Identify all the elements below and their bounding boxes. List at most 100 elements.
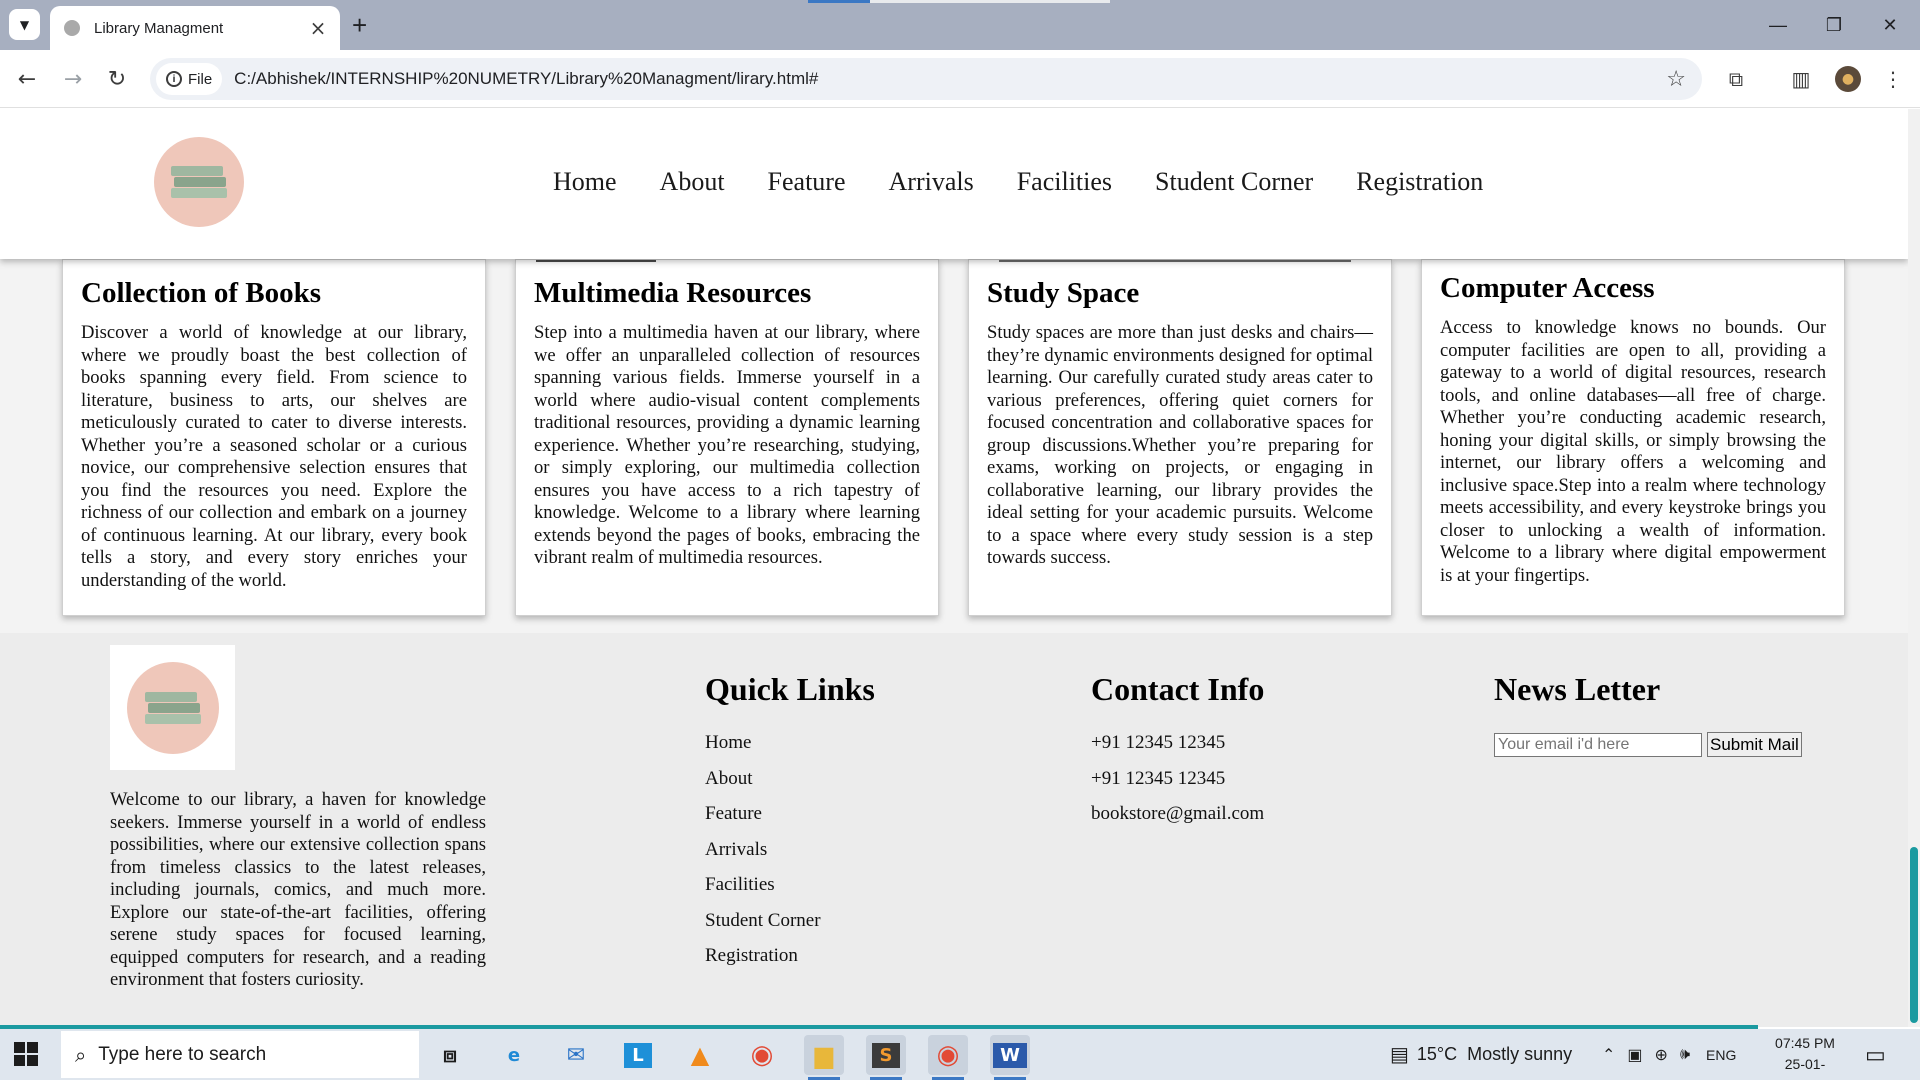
card-study-space: Study Space Study spaces are more than j… xyxy=(968,259,1392,616)
card-collection-of-books: Collection of Books Discover a world of … xyxy=(62,259,486,616)
quick-links-title: Quick Links xyxy=(705,671,875,707)
card-multimedia-resources: Multimedia Resources Step into a multime… xyxy=(515,259,939,616)
card-text: Step into a multimedia haven at our libr… xyxy=(534,322,920,568)
close-tab-icon[interactable]: × xyxy=(308,16,328,40)
tab-title: Library Managment xyxy=(94,19,224,37)
globe-icon[interactable]: ⊕ xyxy=(1655,1045,1668,1065)
menu-icon[interactable]: ⋮ xyxy=(1880,66,1906,92)
forward-icon[interactable]: → xyxy=(56,62,90,96)
site-header: Home About Feature Arrivals Facilities S… xyxy=(0,109,1908,259)
clock[interactable]: 07:45 PM 25-01-2024 xyxy=(1770,1033,1840,1080)
site-info-chip[interactable]: i File xyxy=(156,63,223,95)
word-icon[interactable]: W xyxy=(990,1035,1030,1080)
footer-link-registration[interactable]: Registration xyxy=(705,945,875,981)
contact-phone: +91 12345 12345 xyxy=(1091,767,1226,789)
card-image-edge xyxy=(999,260,1351,262)
side-panel-icon[interactable]: ▥ xyxy=(1788,66,1814,92)
browser-toolbar: ← → ↻ i File C:/Abhishek/INTERNSHIP%20NU… xyxy=(0,50,1920,108)
extensions-icon[interactable]: ⧉ xyxy=(1723,66,1749,92)
tab-strip-indicator xyxy=(870,0,1110,3)
edge-icon[interactable]: e xyxy=(494,1035,534,1075)
footer-logo xyxy=(110,645,235,770)
task-view-icon[interactable]: ⧈ xyxy=(430,1035,470,1075)
scrollbar-thumb[interactable] xyxy=(1910,847,1918,1023)
site-logo[interactable] xyxy=(154,137,244,227)
minimize-icon[interactable]: — xyxy=(1750,0,1806,50)
books-icon xyxy=(171,164,227,200)
contact-email: bookstore@gmail.com xyxy=(1091,803,1265,824)
address-bar[interactable]: i File C:/Abhishek/INTERNSHIP%20NUMETRY/… xyxy=(150,58,1702,100)
mail-icon[interactable]: ✉ xyxy=(556,1035,596,1075)
sublime-text-icon[interactable]: S xyxy=(866,1035,906,1080)
profile-avatar[interactable]: ● xyxy=(1835,66,1861,92)
weather-text: 15°C Mostly sunny xyxy=(1416,1044,1573,1064)
card-computer-access: Computer Access Access to knowledge know… xyxy=(1421,259,1845,616)
l-app-icon[interactable]: L xyxy=(618,1035,658,1075)
nav-arrivals[interactable]: Arrivals xyxy=(889,167,974,197)
newsletter: News Letter Your email i'd here Submit M… xyxy=(1494,671,1802,757)
restore-icon[interactable]: ❐ xyxy=(1806,0,1862,50)
nav-home[interactable]: Home xyxy=(553,167,617,197)
vlc-icon[interactable]: ▲ xyxy=(680,1035,720,1075)
footer-link-facilities[interactable]: Facilities xyxy=(705,874,875,910)
contact-info: Contact Info +91 12345 12345 +91 12345 1… xyxy=(1091,671,1264,839)
tray-expand-icon[interactable]: ⌃ xyxy=(1602,1045,1615,1065)
card-image-edge xyxy=(536,260,656,262)
clock-date: 25-01-2024 xyxy=(1784,1056,1826,1080)
clock-time: 07:45 PM xyxy=(1775,1035,1835,1051)
footer-link-about[interactable]: About xyxy=(705,768,875,804)
site-footer: Welcome to our library, a haven for know… xyxy=(0,633,1908,1027)
back-icon[interactable]: ← xyxy=(10,62,44,96)
footer-link-student-corner[interactable]: Student Corner xyxy=(705,910,875,946)
nav-facilities[interactable]: Facilities xyxy=(1017,167,1112,197)
site-nav: Home About Feature Arrivals Facilities S… xyxy=(553,167,1526,197)
footer-link-feature[interactable]: Feature xyxy=(705,803,875,839)
chevron-down-icon: ▼ xyxy=(19,17,30,32)
footer-link-home[interactable]: Home xyxy=(705,732,875,768)
card-title: Computer Access xyxy=(1440,272,1655,304)
newsletter-email-input[interactable]: Your email i'd here xyxy=(1494,732,1702,757)
url-text[interactable]: C:/Abhishek/INTERNSHIP%20NUMETRY/Library… xyxy=(234,69,1666,89)
books-icon xyxy=(144,690,201,726)
vertical-scrollbar[interactable] xyxy=(1908,109,1920,1027)
volume-icon[interactable]: 🕪 xyxy=(1680,1046,1690,1064)
footer-link-arrivals[interactable]: Arrivals xyxy=(705,839,875,875)
system-tray: ⌃ ▣ ⊕ 🕪 ENG xyxy=(1602,1029,1736,1080)
taskbar-search[interactable]: ⌕ Type here to search xyxy=(61,1031,419,1078)
submit-mail-button[interactable]: Submit Mail xyxy=(1707,732,1802,757)
card-title: Collection of Books xyxy=(81,277,322,309)
card-text: Discover a world of knowledge at our lib… xyxy=(81,322,467,591)
info-icon: i xyxy=(166,71,182,87)
contact-info-title: Contact Info xyxy=(1091,671,1265,707)
newsletter-title: News Letter xyxy=(1494,671,1661,707)
card-title: Study Space xyxy=(987,277,1140,309)
card-text: Access to knowledge knows no bounds. Our… xyxy=(1440,317,1826,586)
card-text: Study spaces are more than just desks an… xyxy=(987,322,1373,568)
close-window-icon[interactable]: ✕ xyxy=(1862,0,1918,50)
weather-widget[interactable]: ▤ 15°C Mostly sunny xyxy=(1390,1029,1572,1080)
tab-strip-indicator xyxy=(808,0,870,3)
page-viewport: Home About Feature Arrivals Facilities S… xyxy=(0,109,1908,1027)
reload-icon[interactable]: ↻ xyxy=(100,62,134,96)
windows-taskbar: ⌕ Type here to search ⧈ e ✉ L ▲ ◉ ▆ S ◉ … xyxy=(0,1029,1920,1080)
contact-phone: +91 12345 12345 xyxy=(1091,732,1226,753)
browser-tab[interactable]: Library Managment × xyxy=(50,6,340,50)
search-icon: ⌕ xyxy=(75,1042,87,1067)
bookmark-star-icon[interactable]: ☆ xyxy=(1666,67,1686,92)
network-device-icon[interactable]: ▣ xyxy=(1627,1045,1642,1065)
nav-about[interactable]: About xyxy=(660,167,725,197)
nav-feature[interactable]: Feature xyxy=(768,167,846,197)
new-tab-button[interactable]: + xyxy=(352,10,367,41)
tab-search-button[interactable]: ▼ xyxy=(9,9,40,40)
chrome-active-icon[interactable]: ◉ xyxy=(928,1035,968,1080)
notification-icon[interactable]: ▭ xyxy=(1865,1029,1886,1080)
favicon-icon xyxy=(64,20,80,36)
nav-registration[interactable]: Registration xyxy=(1356,167,1483,197)
facilities-section: Collection of Books Discover a world of … xyxy=(0,259,1908,633)
chrome-icon[interactable]: ◉ xyxy=(742,1035,782,1075)
windows-start-icon[interactable] xyxy=(14,1042,38,1066)
site-info-label: File xyxy=(188,70,213,88)
nav-student-corner[interactable]: Student Corner xyxy=(1155,167,1313,197)
language-indicator[interactable]: ENG xyxy=(1706,1047,1736,1063)
file-explorer-icon[interactable]: ▆ xyxy=(804,1035,844,1080)
